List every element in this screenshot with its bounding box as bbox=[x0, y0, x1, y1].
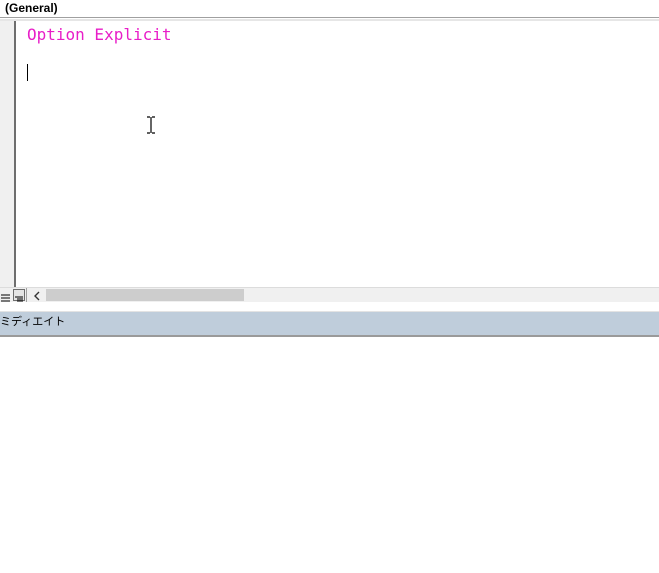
immediate-window-body[interactable] bbox=[0, 337, 659, 573]
text-caret bbox=[27, 64, 28, 81]
object-combo[interactable]: (General) bbox=[0, 0, 659, 18]
margin-indicator-bar[interactable] bbox=[0, 21, 14, 287]
scroll-left-button[interactable] bbox=[30, 288, 44, 302]
view-separator bbox=[26, 288, 27, 302]
full-module-view-button[interactable] bbox=[13, 289, 25, 304]
vba-editor: (General) Option Explicit ミディエイト bbox=[0, 0, 659, 573]
text-ibeam-icon bbox=[147, 116, 155, 134]
splitter[interactable] bbox=[0, 302, 659, 312]
horizontal-scrollbar-thumb[interactable] bbox=[46, 289, 244, 301]
object-combo-value: (General) bbox=[5, 1, 58, 15]
immediate-window-title: ミディエイト bbox=[0, 315, 66, 328]
chevron-left-icon bbox=[34, 291, 40, 301]
code-line-1[interactable]: Option Explicit bbox=[27, 25, 172, 45]
code-window-footer bbox=[0, 287, 659, 304]
immediate-window-titlebar[interactable]: ミディエイト bbox=[0, 312, 659, 335]
code-editor[interactable]: Option Explicit bbox=[0, 21, 659, 287]
procedure-view-button[interactable] bbox=[0, 289, 12, 302]
margin-divider bbox=[14, 21, 16, 287]
